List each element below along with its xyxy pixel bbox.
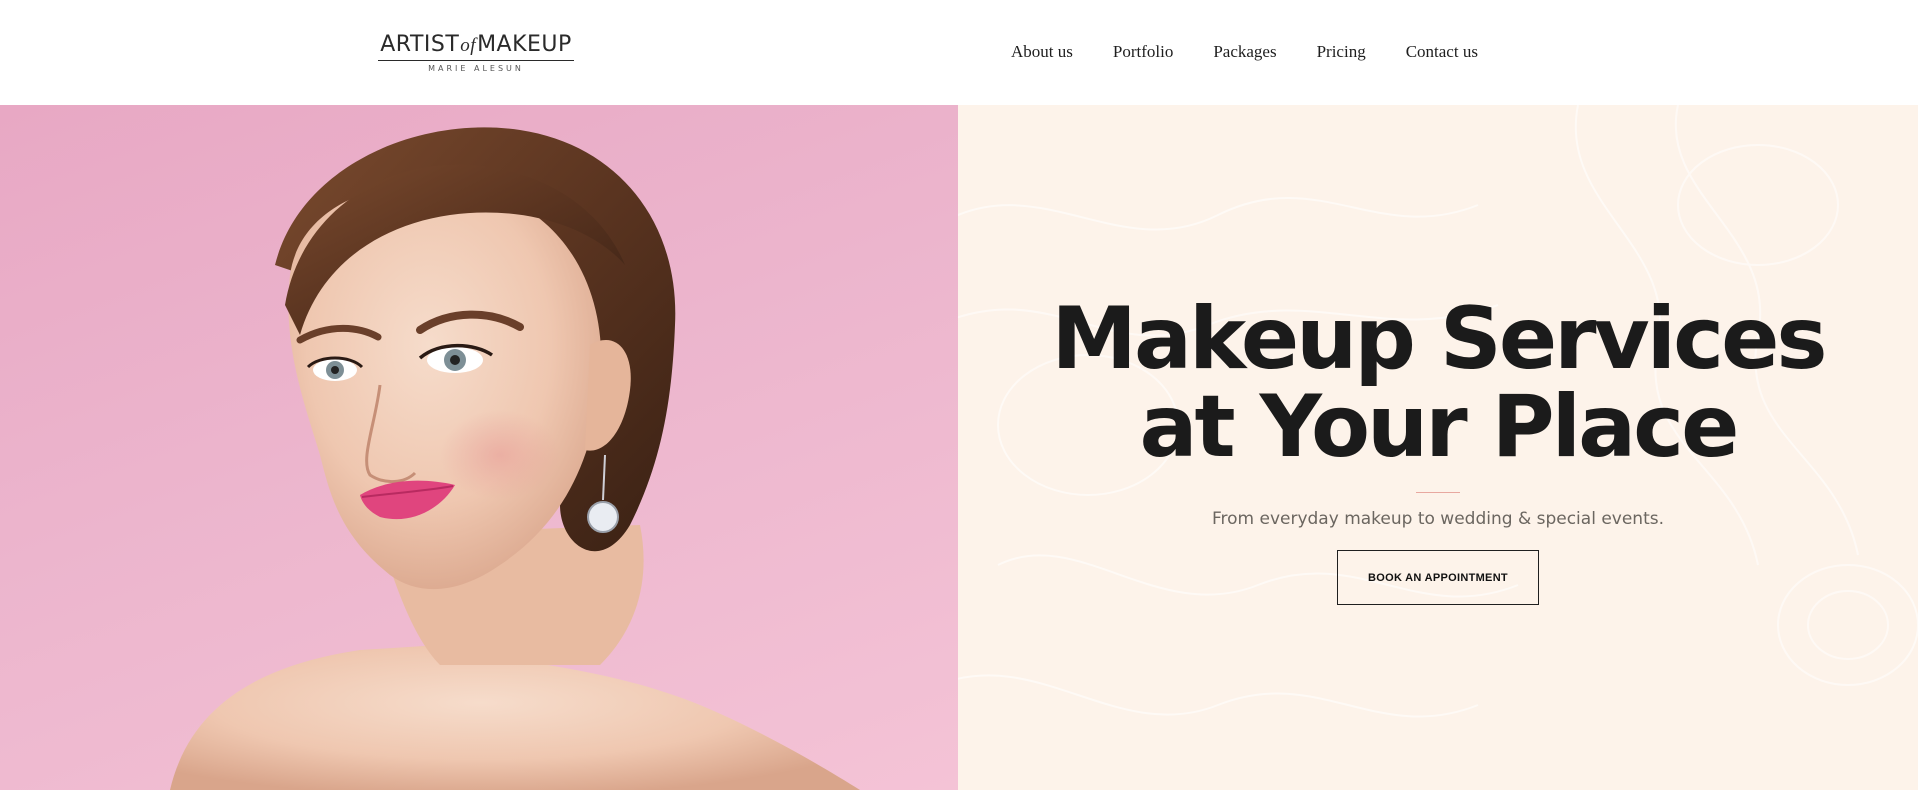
- hero-divider: [1416, 492, 1460, 493]
- nav-packages[interactable]: Packages: [1213, 41, 1276, 63]
- logo-word-of: of: [460, 35, 477, 56]
- hero-subtitle: From everyday makeup to wedding & specia…: [1211, 509, 1665, 529]
- logo-subtitle: MARIE ALESUN: [428, 64, 524, 73]
- logo-wordmark: ARTIST of MAKEUP: [378, 32, 574, 59]
- nav-pricing[interactable]: Pricing: [1317, 41, 1366, 63]
- logo-word-makeup: MAKEUP: [477, 32, 572, 57]
- blush: [440, 410, 560, 500]
- hero-model-photo: [0, 105, 958, 790]
- earring-gem: [587, 501, 619, 533]
- nav-about-us[interactable]: About us: [1011, 41, 1073, 63]
- hero-heading-line-1: Makeup Services: [1051, 289, 1827, 389]
- hero-text-panel: Makeup Services at Your Place From every…: [958, 105, 1918, 790]
- main-nav: About us Portfolio Packages Pricing Cont…: [1011, 41, 1518, 63]
- nav-portfolio[interactable]: Portfolio: [1113, 41, 1173, 63]
- logo-word-artist: ARTIST: [380, 32, 460, 57]
- hero-heading: Makeup Services at Your Place: [958, 295, 1918, 471]
- hero-heading-line-2: at Your Place: [1139, 377, 1740, 477]
- shoulders: [170, 645, 860, 790]
- hero-content: Makeup Services at Your Place From every…: [958, 295, 1918, 605]
- model-portrait-illustration: [170, 127, 860, 790]
- logo-underline: [378, 60, 574, 61]
- book-appointment-button[interactable]: BOOK AN APPOINTMENT: [1337, 550, 1539, 605]
- brand-logo[interactable]: ARTIST of MAKEUP MARIE ALESUN: [378, 32, 574, 74]
- site-header: ARTIST of MAKEUP MARIE ALESUN About us P…: [0, 0, 1918, 105]
- nav-contact-us[interactable]: Contact us: [1406, 41, 1478, 63]
